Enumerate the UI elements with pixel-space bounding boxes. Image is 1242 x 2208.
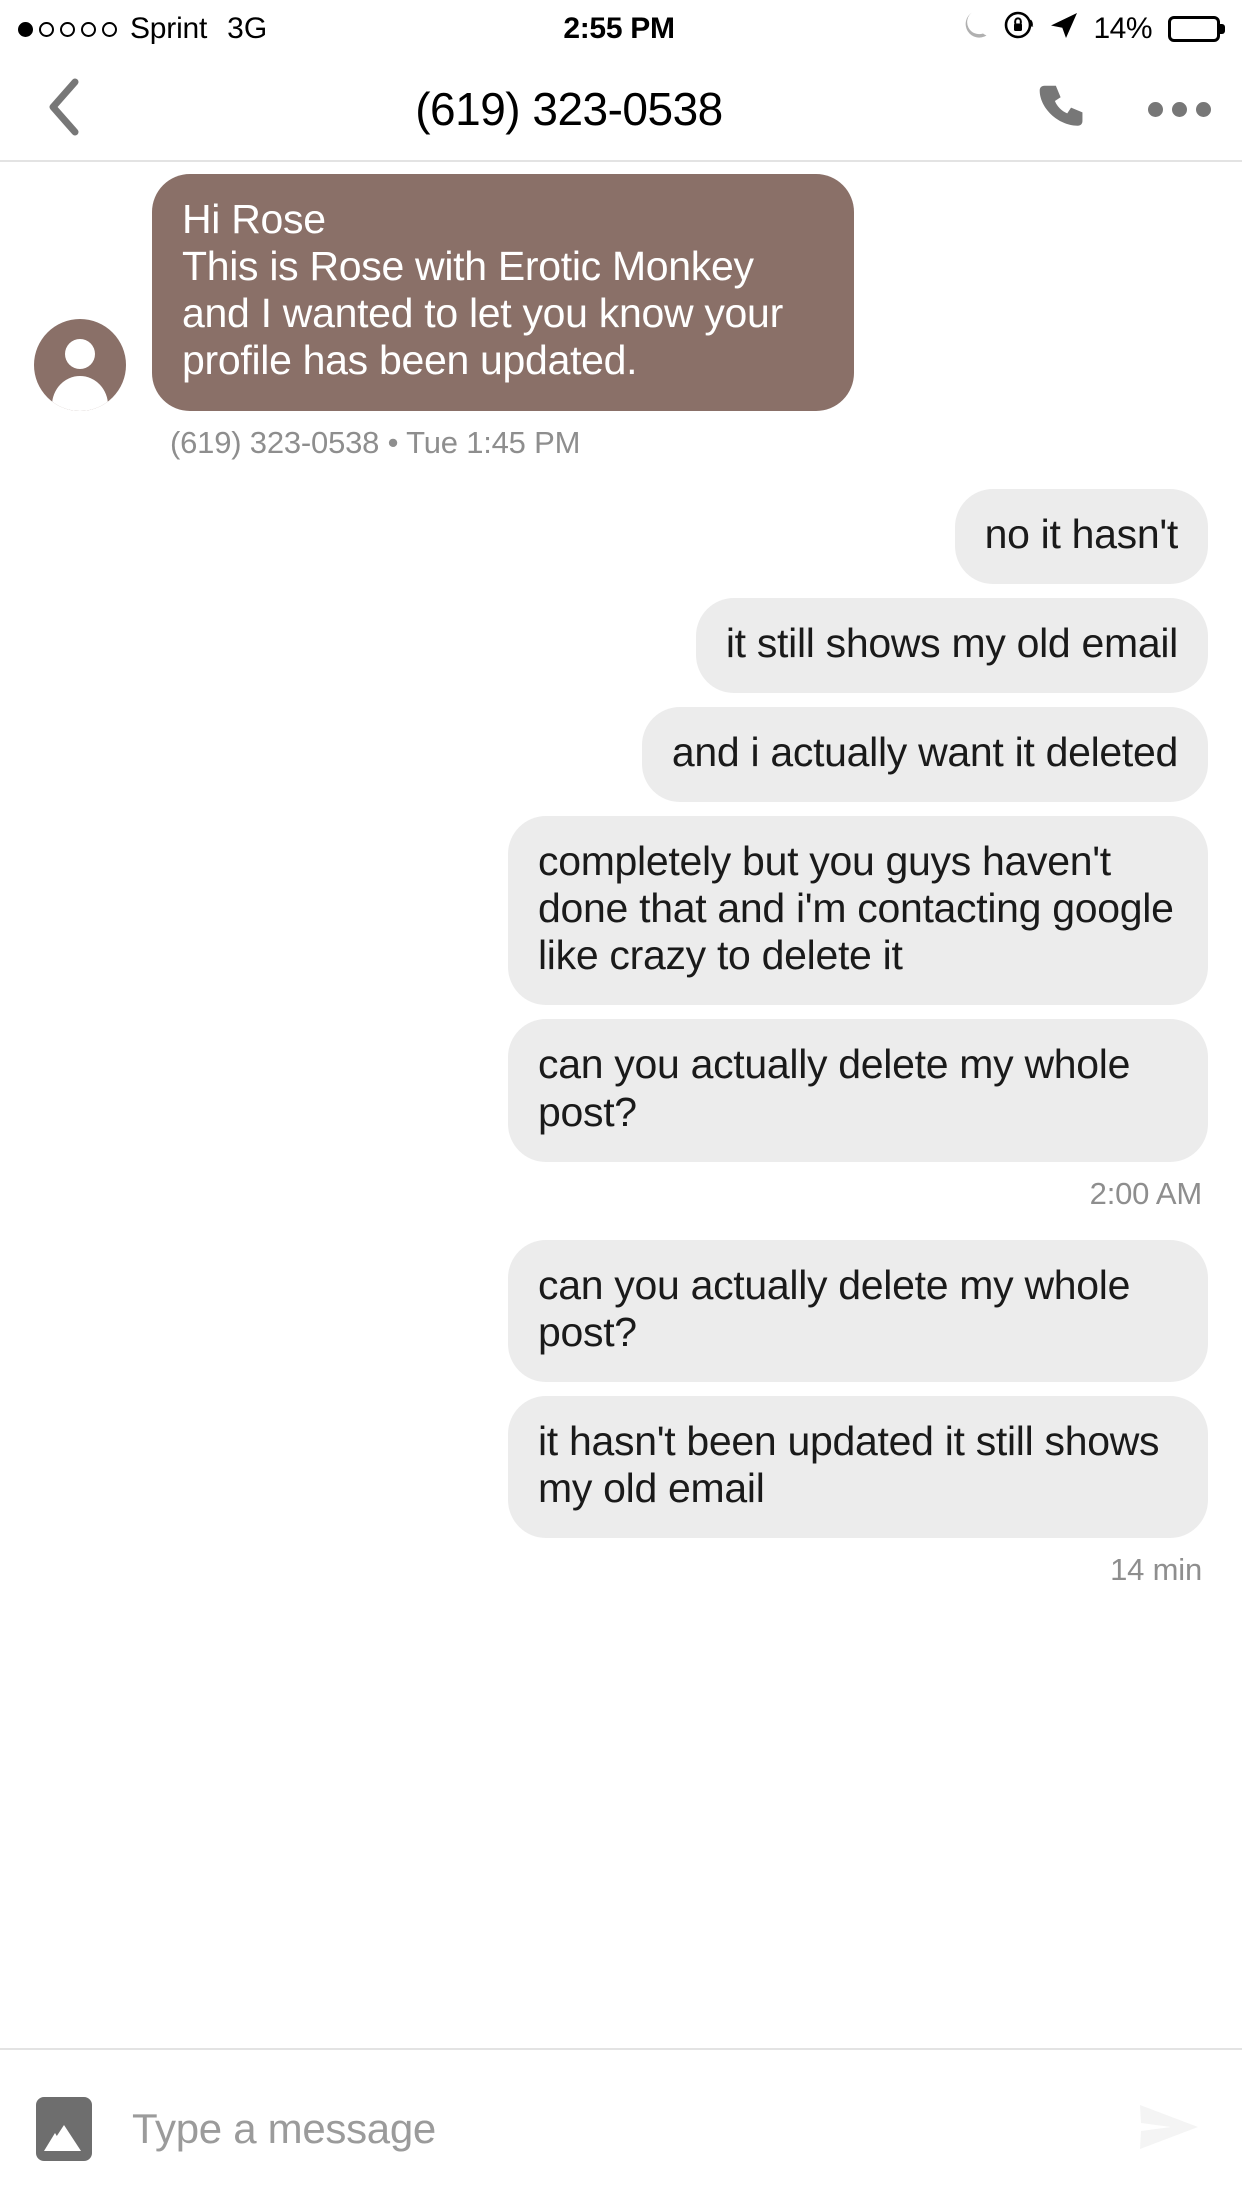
message-bubble[interactable]: it hasn't been updated it still shows my… [508,1395,1208,1539]
status-bar: Sprint 3G 2:55 PM 14% [0,0,1242,58]
carrier-label: Sprint [130,12,208,45]
header-actions [1012,80,1211,138]
send-icon [1138,2101,1200,2158]
conversation-header: (619) 323-0538 [0,58,1242,162]
message-input[interactable] [132,2105,1114,2153]
page-title: (619) 323-0538 [415,83,723,135]
message-row: it hasn't been updated it still shows my… [0,1395,1242,1539]
battery-icon [1168,16,1220,42]
thread-bottom-spacer [0,1616,1242,2048]
phone-icon [1035,81,1087,138]
more-options-button[interactable] [1147,80,1211,138]
message-row: completely but you guys haven't done tha… [0,815,1242,1006]
message-timestamp: (619) 323-0538 • Tue 1:45 PM [170,424,581,460]
send-button[interactable] [1134,2094,1204,2164]
image-attachment-icon[interactable] [36,2097,92,2161]
message-row: no it hasn't [0,488,1242,584]
message-row: can you actually delete my whole post? [0,1239,1242,1382]
message-bubble[interactable]: completely but you guys haven't done tha… [508,815,1208,1006]
message-bubble[interactable]: no it hasn't [954,488,1208,584]
avatar [34,318,126,411]
message-bubble[interactable]: it still shows my old email [695,597,1208,693]
moon-icon [961,9,991,49]
chevron-left-icon [45,77,85,142]
status-bar-right: 14% [675,8,1220,50]
sms-conversation-screen: Sprint 3G 2:55 PM 14% (619) 323-0538 Hi … [0,0,1242,2208]
message-timestamp: 14 min [1110,1552,1202,1588]
battery-percentage-label: 14% [1093,12,1152,45]
message-timestamp: 2:00 AM [1089,1175,1203,1211]
message-row: can you actually delete my whole post? [0,1019,1242,1162]
message-composer [0,2048,1242,2208]
back-button[interactable] [30,74,100,144]
rotation-lock-icon [1003,8,1037,50]
message-thread[interactable]: Hi Rose This is Rose with Erotic Monkey … [0,162,1242,2048]
message-bubble[interactable]: and i actually want it deleted [641,706,1208,802]
network-type-label: 3G [227,12,268,45]
more-options-icon [1147,101,1211,117]
location-arrow-icon [1049,10,1079,48]
message-row: it still shows my old email [0,597,1242,693]
signal-strength-icon [18,21,117,37]
message-bubble[interactable]: Hi Rose This is Rose with Erotic Monkey … [152,174,854,411]
call-button[interactable] [1032,80,1090,138]
message-bubble[interactable]: can you actually delete my whole post? [508,1019,1208,1162]
status-bar-clock: 2:55 PM [563,12,675,45]
message-row: and i actually want it deleted [0,706,1242,802]
status-bar-left: Sprint 3G [18,12,563,46]
message-row: Hi Rose This is Rose with Erotic Monkey … [0,174,1242,411]
message-bubble[interactable]: can you actually delete my whole post? [508,1239,1208,1382]
contact-avatar-icon [34,318,126,411]
